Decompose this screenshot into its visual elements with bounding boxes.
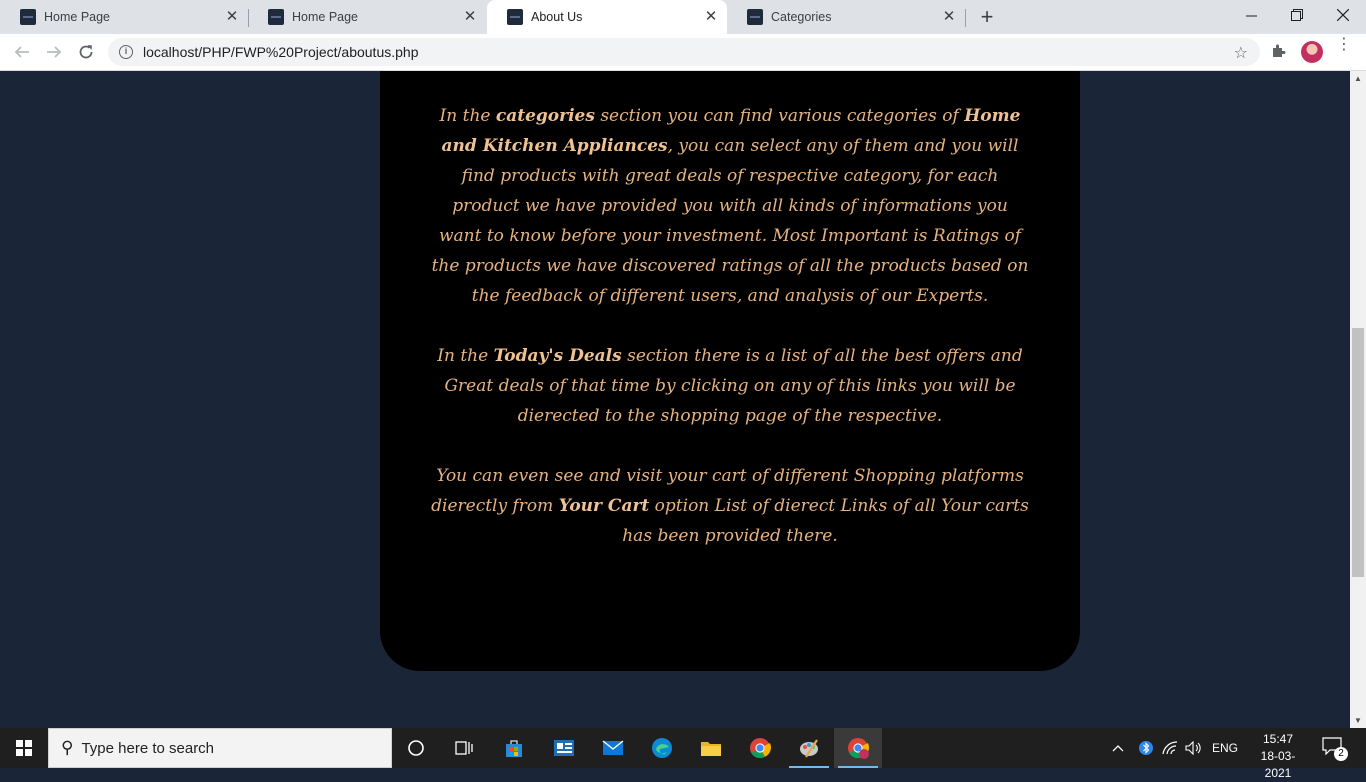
- close-icon[interactable]: ✕: [703, 9, 719, 25]
- close-icon[interactable]: ✕: [224, 9, 240, 25]
- tab-about-us[interactable]: About Us ✕: [487, 0, 727, 34]
- search-icon: ⚲: [61, 738, 74, 757]
- close-icon: [1337, 9, 1349, 21]
- chrome-icon[interactable]: [736, 728, 784, 768]
- start-button[interactable]: [0, 728, 48, 768]
- search-placeholder: Type here to search: [81, 739, 215, 757]
- tab-title: About Us: [531, 10, 583, 24]
- forward-button[interactable]: [42, 40, 66, 64]
- paragraph-text: section you can find various categories …: [594, 106, 965, 126]
- about-paragraph: You can even see and visit your cart of …: [430, 461, 1030, 551]
- windows-taskbar: ⚲ Type here to search ENG 15:47 18-03-20…: [0, 728, 1366, 780]
- site-favicon-icon: [268, 9, 284, 25]
- taskbar-clock[interactable]: 15:47 18-03-2021: [1250, 731, 1306, 782]
- about-paragraph: In the Today's Deals section there is a …: [430, 341, 1030, 431]
- paragraph-text: In the: [437, 346, 494, 366]
- reload-icon: [79, 45, 93, 59]
- language-indicator[interactable]: ENG: [1212, 728, 1238, 768]
- address-bar[interactable]: i localhost/PHP/FWP%20Project/aboutus.ph…: [108, 38, 1260, 66]
- arrow-left-icon: [14, 46, 29, 58]
- restore-icon: [1291, 9, 1303, 21]
- tab-strip: Home Page ✕ Home Page ✕ About Us ✕ Categ…: [0, 0, 1366, 34]
- tab-title: Categories: [771, 10, 832, 24]
- close-icon[interactable]: ✕: [462, 9, 478, 25]
- edge-browser-icon[interactable]: [638, 728, 686, 768]
- chrome-profile-icon[interactable]: [834, 728, 882, 768]
- emphasized-text: Today's Deals: [493, 346, 622, 366]
- site-favicon-icon: [507, 9, 523, 25]
- task-view-icon[interactable]: [440, 728, 488, 768]
- tab-separator: [965, 9, 966, 27]
- tab-categories[interactable]: Categories ✕: [727, 0, 965, 34]
- tab-home-page-2[interactable]: Home Page ✕: [248, 0, 486, 34]
- file-explorer-icon[interactable]: [687, 728, 735, 768]
- bookmark-star-icon[interactable]: ☆: [1234, 43, 1248, 63]
- clock-time: 15:47: [1262, 732, 1294, 746]
- microsoft-store-icon[interactable]: [490, 728, 538, 768]
- arrow-right-icon: [47, 46, 62, 58]
- mail-icon[interactable]: [589, 728, 637, 768]
- url-text: localhost/PHP/FWP%20Project/aboutus.php: [143, 44, 419, 60]
- emphasized-text: categories: [495, 106, 595, 126]
- site-favicon-icon: [20, 9, 36, 25]
- restore-button[interactable]: [1274, 0, 1320, 30]
- back-button[interactable]: [10, 40, 34, 64]
- emphasized-text: Your Cart: [558, 496, 650, 516]
- tab-title: Home Page: [44, 10, 111, 24]
- minimize-icon: [1245, 15, 1257, 16]
- tab-home-page-1[interactable]: Home Page ✕: [0, 0, 248, 34]
- bluetooth-icon[interactable]: [1139, 728, 1155, 768]
- extensions-puzzle-icon[interactable]: [1270, 43, 1286, 64]
- site-favicon-icon: [747, 9, 763, 25]
- taskbar-search-box[interactable]: ⚲ Type here to search: [48, 728, 392, 768]
- site-info-icon[interactable]: i: [119, 45, 133, 59]
- action-center-button[interactable]: 2: [1322, 737, 1348, 761]
- volume-icon[interactable]: [1185, 728, 1205, 768]
- scrollbar-thumb[interactable]: [1352, 328, 1364, 577]
- page-scrollbar[interactable]: ▲ ▼: [1350, 71, 1366, 728]
- page-viewport: In the categories section you can find v…: [0, 71, 1350, 728]
- browser-toolbar: i localhost/PHP/FWP%20Project/aboutus.ph…: [0, 34, 1366, 71]
- minimize-button[interactable]: [1228, 0, 1274, 30]
- more-menu-icon[interactable]: ⋮: [1336, 37, 1352, 53]
- close-window-button[interactable]: [1320, 0, 1366, 30]
- about-us-text: In the categories section you can find v…: [430, 101, 1030, 581]
- profile-avatar[interactable]: [1301, 41, 1323, 63]
- show-hidden-icons-icon[interactable]: [1112, 728, 1132, 768]
- paint-app-icon[interactable]: [785, 728, 833, 768]
- paragraph-text: option List of dierect Links of all Your…: [622, 496, 1029, 546]
- scroll-down-icon[interactable]: ▼: [1354, 716, 1362, 725]
- about-paragraph: In the categories section you can find v…: [430, 101, 1030, 311]
- tab-title: Home Page: [292, 10, 359, 24]
- new-tab-button[interactable]: +: [976, 6, 998, 28]
- notification-count-badge: 2: [1334, 747, 1348, 761]
- paragraph-text: In the: [439, 106, 496, 126]
- news-app-icon[interactable]: [540, 728, 588, 768]
- reload-button[interactable]: [74, 40, 98, 64]
- windows-logo-icon: [16, 740, 32, 756]
- wifi-icon[interactable]: [1162, 728, 1180, 768]
- clock-date: 18-03-2021: [1260, 749, 1296, 780]
- cortana-icon[interactable]: [392, 728, 440, 768]
- close-icon[interactable]: ✕: [941, 9, 957, 25]
- about-us-card: In the categories section you can find v…: [380, 71, 1080, 671]
- paragraph-text: , you can select any of them and you wil…: [431, 136, 1029, 306]
- scroll-up-icon[interactable]: ▲: [1354, 74, 1362, 83]
